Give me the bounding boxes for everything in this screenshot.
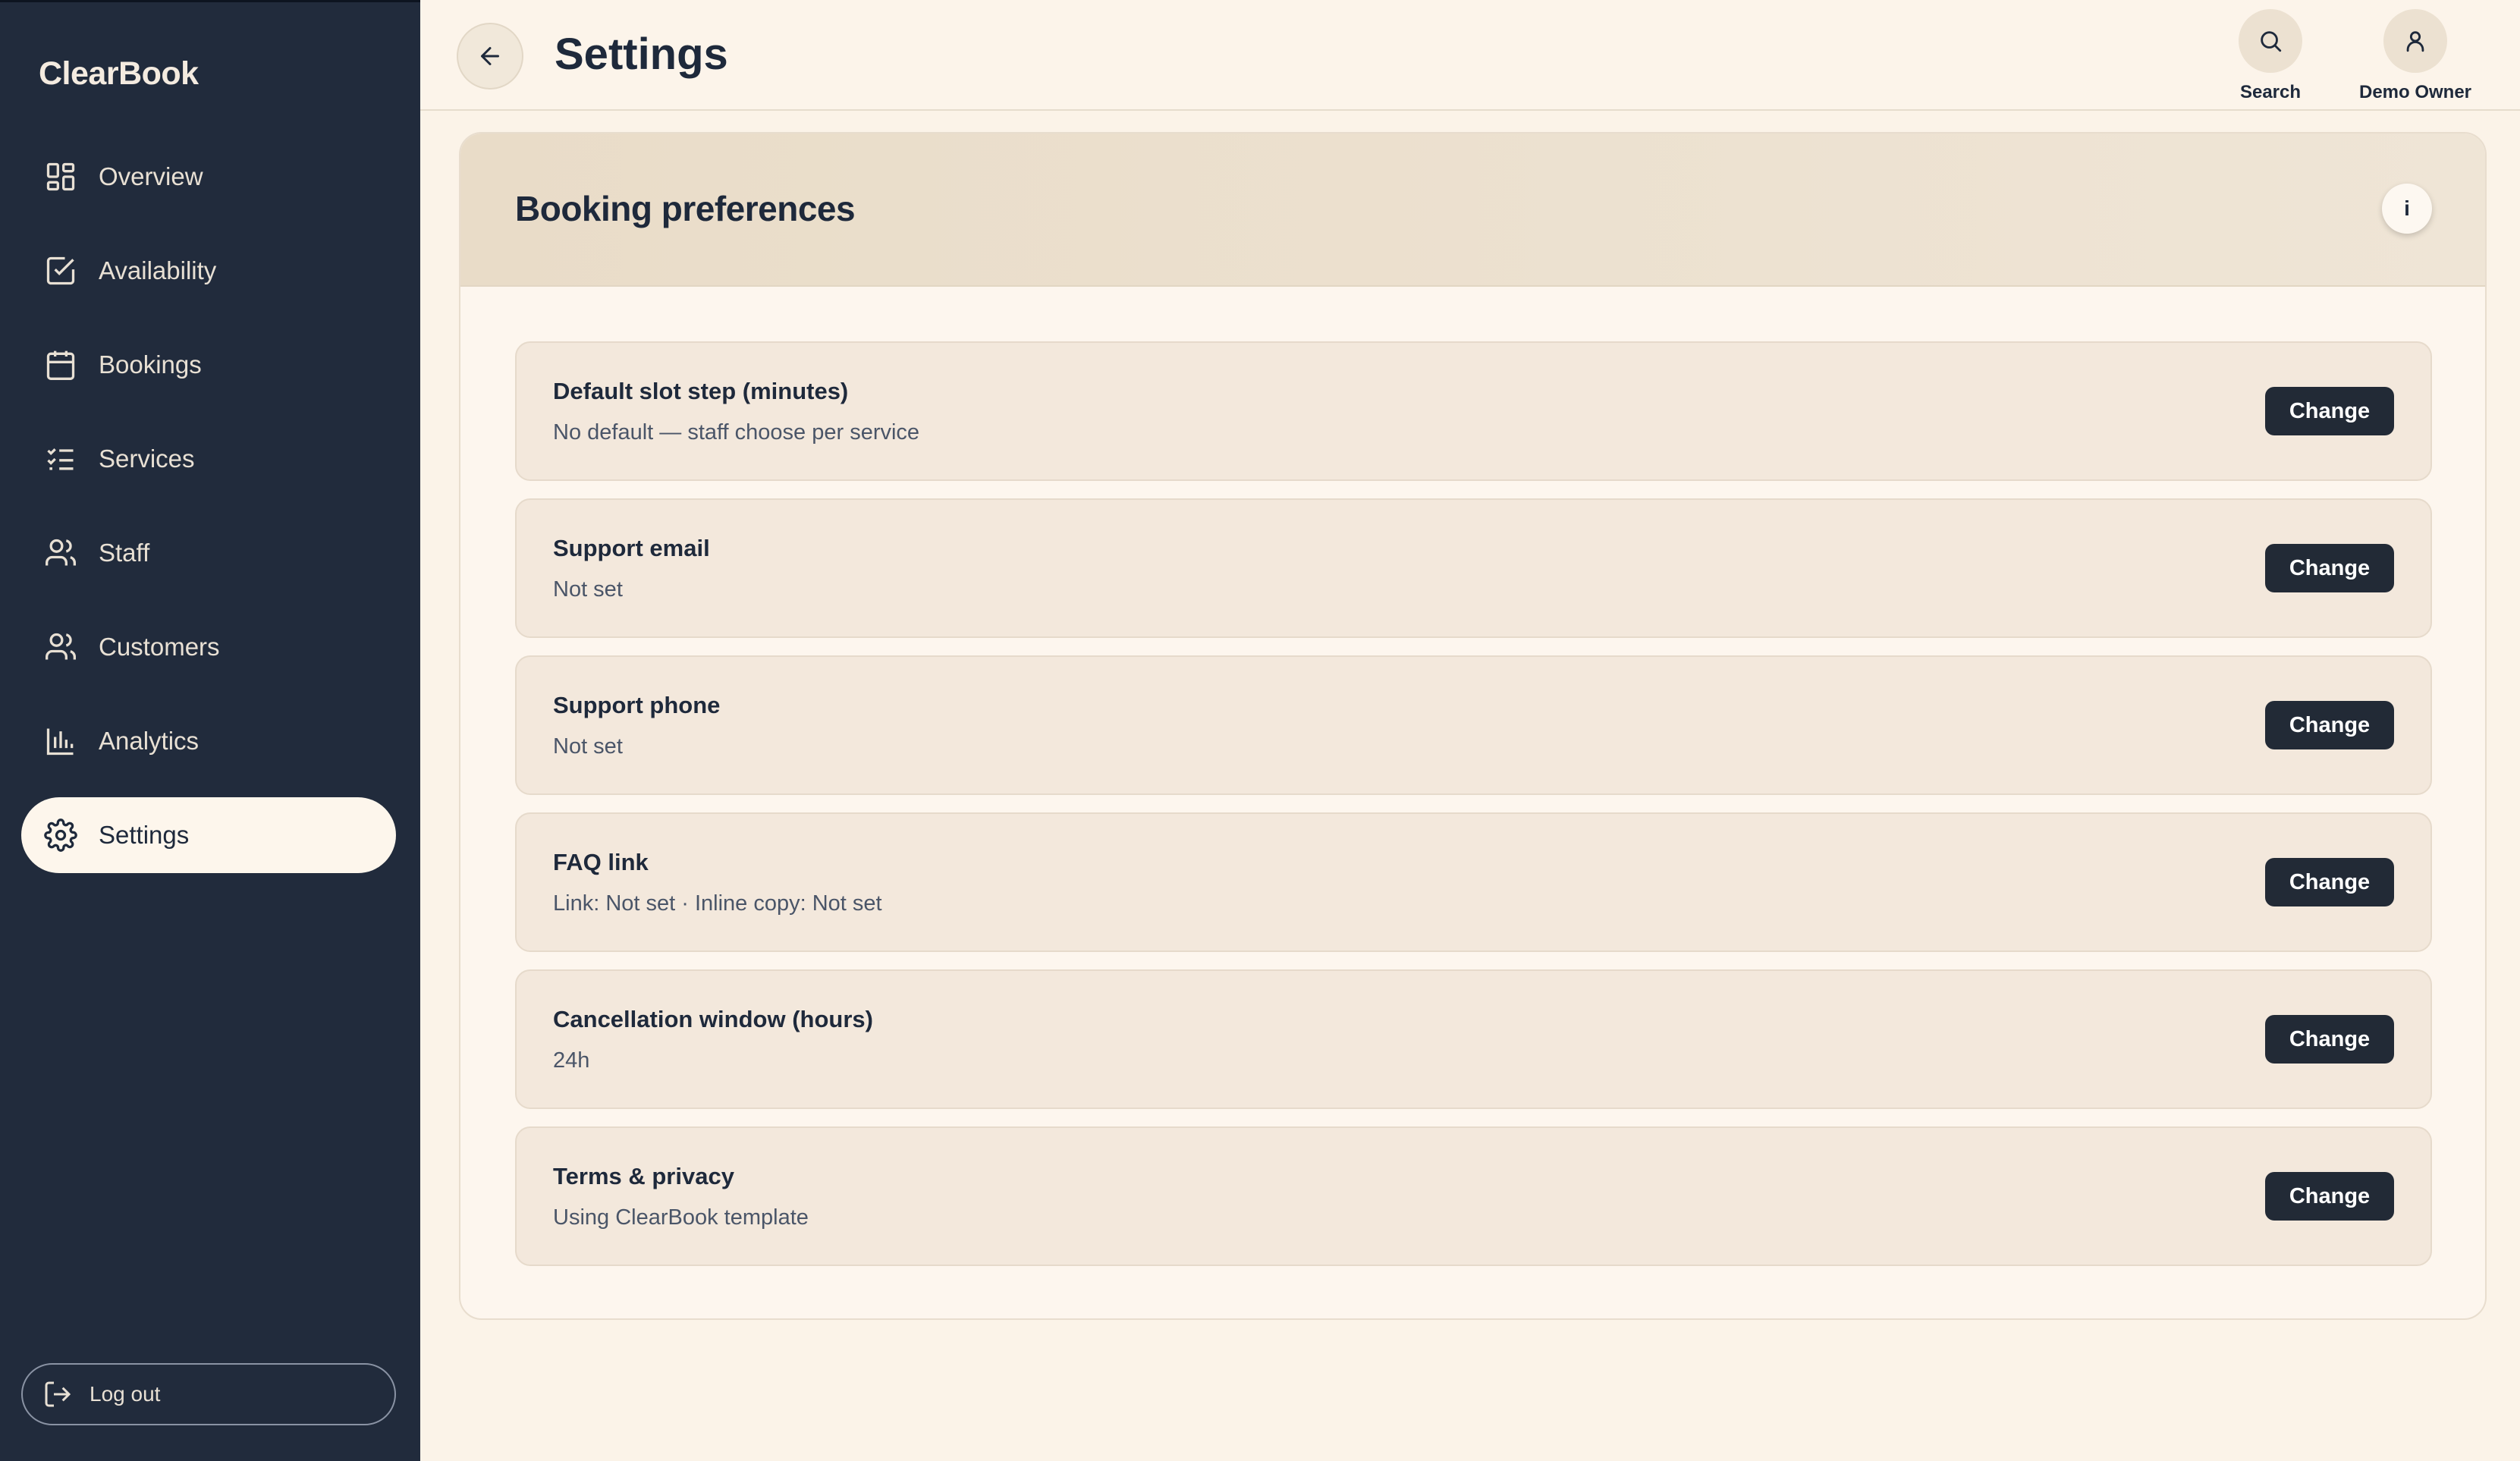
sidebar-item-services[interactable]: Services xyxy=(21,421,396,497)
setting-value: Not set xyxy=(553,734,623,759)
change-button[interactable]: Change xyxy=(2265,1172,2394,1221)
sidebar-item-label: Availability xyxy=(99,256,217,284)
logout-button[interactable]: Log out xyxy=(21,1363,396,1425)
setting-label: Terms & privacy xyxy=(553,1163,734,1189)
setting-row-terms-privacy: Terms & privacy Using ClearBook template… xyxy=(515,1126,2432,1266)
arrow-left-icon xyxy=(476,42,504,70)
setting-row-support-email: Support email Not set Change xyxy=(515,498,2432,638)
user-name: Demo Owner xyxy=(2358,82,2472,102)
setting-row-faq-link: FAQ link Link: Not set · Inline copy: No… xyxy=(515,812,2432,952)
sidebar: ClearBook Overview Availability Bookings… xyxy=(0,0,420,1461)
sidebar-item-bookings[interactable]: Bookings xyxy=(21,327,396,403)
sidebar-item-label: Customers xyxy=(99,633,220,661)
setting-label: FAQ link xyxy=(553,849,649,875)
setting-value: 24h xyxy=(553,1048,590,1073)
setting-label: Support email xyxy=(553,535,710,561)
logout-label: Log out xyxy=(90,1382,161,1406)
users-icon xyxy=(44,630,77,664)
sidebar-item-availability[interactable]: Availability xyxy=(21,233,396,309)
back-button[interactable] xyxy=(457,23,523,90)
user-icon xyxy=(2383,9,2447,73)
sidebar-item-label: Bookings xyxy=(99,350,202,379)
setting-value: Link: Not set · Inline copy: Not set xyxy=(553,891,882,916)
user-menu-button[interactable]: Demo Owner xyxy=(2339,9,2491,103)
card-title: Booking preferences xyxy=(515,189,856,228)
setting-value: No default — staff choose per service xyxy=(553,420,920,445)
search-icon xyxy=(2239,9,2302,73)
setting-row-support-phone: Support phone Not set Change xyxy=(515,655,2432,795)
gear-icon xyxy=(44,818,77,852)
sidebar-item-settings[interactable]: Settings xyxy=(21,797,396,873)
sidebar-item-label: Settings xyxy=(99,821,190,849)
setting-row-slot-step: Default slot step (minutes) No default —… xyxy=(515,341,2432,481)
booking-preferences-card: Booking preferences i Default slot step … xyxy=(459,132,2487,1320)
info-button[interactable]: i xyxy=(2382,184,2432,234)
brand-logo[interactable]: ClearBook xyxy=(39,55,199,93)
checkbox-icon xyxy=(44,254,77,287)
checklist-icon xyxy=(44,442,77,476)
setting-value: Not set xyxy=(553,577,623,602)
search-button[interactable]: Search xyxy=(2195,9,2346,103)
sidebar-item-analytics[interactable]: Analytics xyxy=(21,703,396,779)
top-header: Settings Search Demo Owner xyxy=(420,0,2520,111)
calendar-icon xyxy=(44,348,77,382)
change-button[interactable]: Change xyxy=(2265,858,2394,906)
grid-icon xyxy=(44,160,77,193)
search-label: Search xyxy=(2239,82,2302,102)
setting-label: Support phone xyxy=(553,692,721,718)
sidebar-item-label: Analytics xyxy=(99,727,200,755)
sidebar-item-overview[interactable]: Overview xyxy=(21,139,396,215)
change-button[interactable]: Change xyxy=(2265,387,2394,435)
page-title: Settings xyxy=(555,30,728,79)
sidebar-item-label: Staff xyxy=(99,539,150,567)
setting-value: Using ClearBook template xyxy=(553,1205,809,1230)
setting-label: Cancellation window (hours) xyxy=(553,1006,873,1032)
setting-row-cancellation-window: Cancellation window (hours) 24h Change xyxy=(515,969,2432,1109)
setting-label: Default slot step (minutes) xyxy=(553,378,849,404)
card-header: Booking preferences i xyxy=(460,134,2485,287)
users-icon xyxy=(44,536,77,570)
logout-icon xyxy=(42,1379,73,1409)
sidebar-item-staff[interactable]: Staff xyxy=(21,515,396,591)
change-button[interactable]: Change xyxy=(2265,544,2394,592)
change-button[interactable]: Change xyxy=(2265,701,2394,749)
change-button[interactable]: Change xyxy=(2265,1015,2394,1064)
sidebar-item-customers[interactable]: Customers xyxy=(21,609,396,685)
bar-chart-icon xyxy=(44,724,77,758)
sidebar-item-label: Overview xyxy=(99,162,203,190)
sidebar-item-label: Services xyxy=(99,445,195,473)
